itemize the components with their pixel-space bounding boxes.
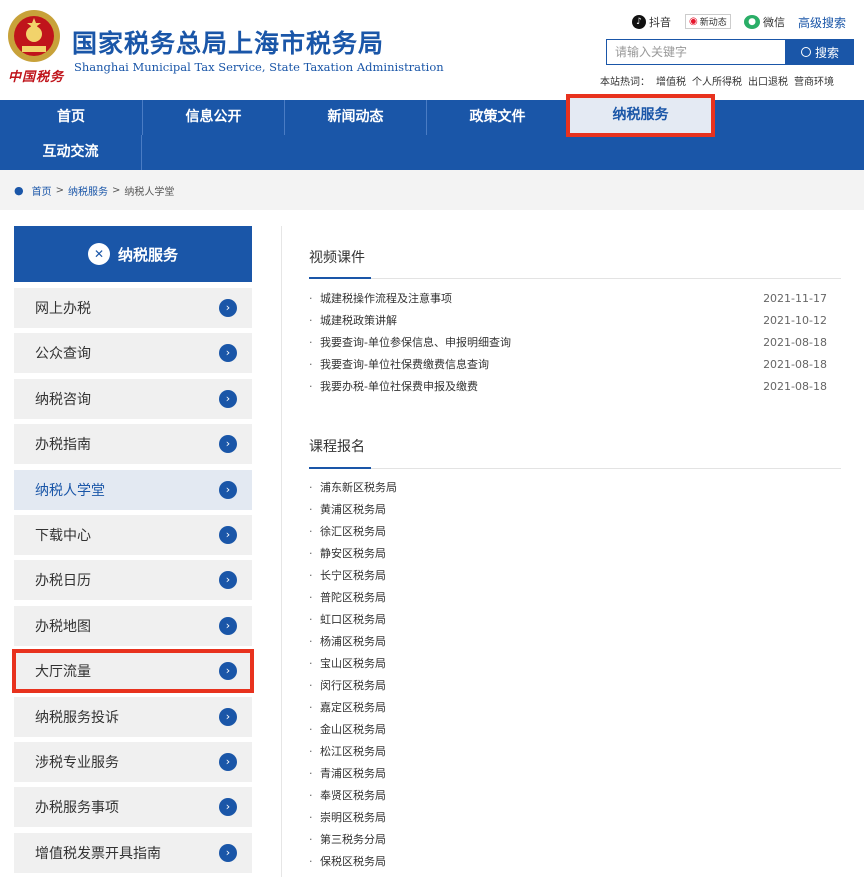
site-subtitle: Shanghai Municipal Tax Service, State Ta… <box>74 60 444 74</box>
course-section-divider <box>309 467 841 469</box>
list-item[interactable]: · 我要查询-单位社保费缴费信息查询 2021-08-18 <box>309 353 827 375</box>
chevron-right-icon: › <box>219 435 237 454</box>
sidebar-item-map[interactable]: 办税地图 › <box>14 605 252 646</box>
douyin-icon: ♪ <box>632 15 646 29</box>
breadcrumb-tax-service[interactable]: 纳税服务 <box>68 183 108 198</box>
wechat-link[interactable]: ● 微信 <box>744 14 785 30</box>
douyin-link[interactable]: ♪ 抖音 <box>632 14 671 30</box>
chevron-right-icon: › <box>219 571 237 590</box>
nav-item-info[interactable]: 信息公开 <box>143 100 285 135</box>
sidebar-item-complaint[interactable]: 纳税服务投诉 › <box>14 696 252 737</box>
course-section-title: 课程报名 <box>309 439 365 455</box>
nav-item-tax-service[interactable]: 纳税服务 <box>566 94 715 137</box>
sidebar-title: 纳税服务 <box>117 245 178 264</box>
site-header: 中国税务 国家税务总局上海市税务局 Shanghai Municipal Tax… <box>0 0 864 100</box>
list-item[interactable]: · 我要查询-单位参保信息、申报明细查询 2021-08-18 <box>309 331 827 353</box>
list-item[interactable]: · 崇明区税务局 <box>309 806 827 828</box>
sidebar-list: 网上办税 › 公众查询 › 纳税咨询 › 办税指南 › 纳税人学堂 › 下载中心 › 办税日… <box>12 288 254 873</box>
breadcrumb: ● 首页 > 纳税服务 > 纳税人学堂 <box>0 170 864 210</box>
hot-word[interactable]: 出口退税 <box>748 73 788 88</box>
chevron-right-icon: › <box>219 299 237 317</box>
list-item[interactable]: · 闵行区税务局 <box>309 674 827 696</box>
chevron-right-icon: › <box>219 525 237 544</box>
chevron-right-icon: › <box>219 707 237 726</box>
location-pin-icon: ● <box>14 183 24 197</box>
list-item[interactable]: · 青浦区税务局 <box>309 762 827 784</box>
list-item[interactable]: · 嘉定区税务局 <box>309 696 827 718</box>
sidebar-item-hall-traffic[interactable]: 大厅流量 › <box>12 649 254 694</box>
sidebar-item-invoice-guide[interactable]: 增值税发票开具指南 › <box>14 832 252 873</box>
sidebar-item-calendar[interactable]: 办税日历 › <box>14 560 252 601</box>
list-item[interactable]: · 浦东新区税务局 <box>309 476 827 498</box>
weibo-label: 新动态 <box>699 18 727 28</box>
breadcrumb-home[interactable]: 首页 <box>32 183 52 198</box>
list-item[interactable]: · 普陀区税务局 <box>309 586 827 608</box>
list-item[interactable]: · 静安区税务局 <box>309 542 827 564</box>
hot-word[interactable]: 营商环境 <box>794 73 834 88</box>
wechat-label: 微信 <box>763 16 785 29</box>
chevron-right-icon: › <box>219 843 237 862</box>
list-item[interactable]: · 我要办税-单位社保费申报及缴费 2021-08-18 <box>309 375 827 397</box>
list-item[interactable]: · 城建税操作流程及注意事项 2021-11-17 <box>309 287 827 309</box>
video-section-divider <box>309 277 841 279</box>
breadcrumb-separator: > <box>55 184 64 196</box>
list-item[interactable]: · 黄浦区税务局 <box>309 498 827 520</box>
sidebar-item-professional[interactable]: 涉税专业服务 › <box>14 741 252 782</box>
douyin-label: 抖音 <box>649 16 671 29</box>
hot-word[interactable]: 增值税 <box>656 73 686 88</box>
list-item[interactable]: · 宝山区税务局 <box>309 652 827 674</box>
search-button[interactable]: 搜索 <box>786 39 854 65</box>
nav-item-home[interactable]: 首页 <box>0 100 143 135</box>
search-button-label: 搜索 <box>814 45 839 60</box>
sidebar-item-download[interactable]: 下载中心 › <box>14 514 252 555</box>
hot-words-label: 本站热词： <box>600 77 650 88</box>
search-input[interactable]: 请输入关键字 <box>606 39 786 65</box>
list-item[interactable]: · 金山区税务局 <box>309 718 827 740</box>
sidebar: ✕ 纳税服务 网上办税 › 公众查询 › 纳税咨询 › 办税指南 › 纳税人学堂 › 下载… <box>12 226 254 878</box>
wechat-icon: ● <box>744 15 760 29</box>
chevron-right-icon: › <box>219 798 237 817</box>
list-item[interactable]: · 城建税政策讲解 2021-10-12 <box>309 309 827 331</box>
sidebar-item-consult[interactable]: 纳税咨询 › <box>14 378 252 419</box>
main-content: 视频课件 · 城建税操作流程及注意事项 2021-11-17 · 城建税政策讲解 202… <box>281 226 841 877</box>
logo-text: 中国税务 <box>8 70 65 85</box>
sidebar-item-school[interactable]: 纳税人学堂 › <box>14 469 252 510</box>
list-item[interactable]: · 徐汇区税务局 <box>309 520 827 542</box>
nav-item-policy[interactable]: 政策文件 <box>427 100 569 135</box>
list-item[interactable]: · 松江区税务局 <box>309 740 827 762</box>
tax-service-icon: ✕ <box>87 243 110 265</box>
search-icon <box>800 47 811 57</box>
chevron-right-icon: › <box>219 389 237 408</box>
breadcrumb-current: 纳税人学堂 <box>124 186 175 198</box>
chevron-right-icon: › <box>219 662 237 681</box>
sidebar-item-matters[interactable]: 办税服务事项 › <box>14 787 252 828</box>
sidebar-header: ✕ 纳税服务 <box>14 226 252 282</box>
sidebar-item-online-tax[interactable]: 网上办税 › <box>14 288 252 328</box>
list-item[interactable]: · 保税区税务局 <box>309 850 827 872</box>
main-nav: 首页 信息公开 新闻动态 政策文件 纳税服务 互动交流 <box>0 94 864 170</box>
breadcrumb-separator: > <box>112 184 121 196</box>
chevron-right-icon: › <box>219 616 237 635</box>
video-section-title: 视频课件 <box>309 250 365 266</box>
tax-emblem-icon <box>8 10 60 62</box>
list-item[interactable]: · 长宁区税务局 <box>309 564 827 586</box>
hot-words: 本站热词： 增值税 个人所得税 出口退税 营商环境 <box>600 73 834 88</box>
hot-word[interactable]: 个人所得税 <box>692 73 742 88</box>
sidebar-item-public-query[interactable]: 公众查询 › <box>14 333 252 374</box>
advanced-search-link[interactable]: 高级搜索 <box>798 14 846 31</box>
nav-item-interaction[interactable]: 互动交流 <box>0 135 142 170</box>
site-title[interactable]: 国家税务总局上海市税务局 <box>72 24 384 60</box>
chevron-right-icon: › <box>219 480 237 499</box>
list-item[interactable]: · 第三税务分局 <box>309 828 827 850</box>
weibo-icon: ◉ <box>689 16 698 27</box>
chevron-right-icon: › <box>219 752 237 771</box>
nav-item-news[interactable]: 新闻动态 <box>285 100 427 135</box>
weibo-link[interactable]: ◉ 新动态 <box>685 14 731 29</box>
sidebar-item-guide[interactable]: 办税指南 › <box>14 424 252 465</box>
chevron-right-icon: › <box>219 344 237 363</box>
list-item[interactable]: · 虹口区税务局 <box>309 608 827 630</box>
list-item[interactable]: · 杨浦区税务局 <box>309 630 827 652</box>
list-item[interactable]: · 奉贤区税务局 <box>309 784 827 806</box>
